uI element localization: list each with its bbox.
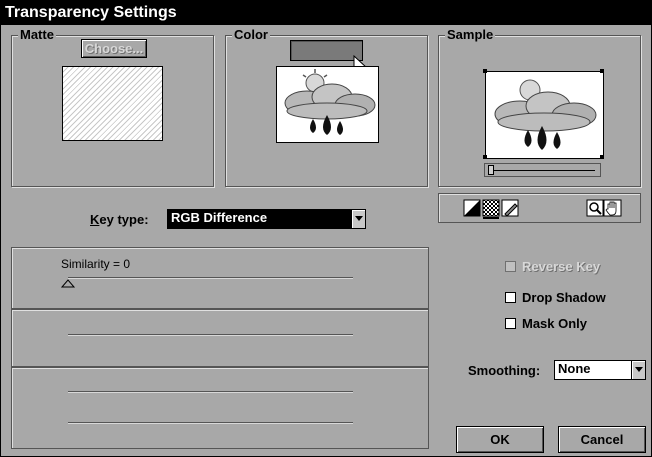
key-type-value: RGB Difference bbox=[171, 210, 268, 225]
slider-track-3b[interactable] bbox=[68, 422, 353, 424]
key-type-label: Key type: bbox=[90, 212, 149, 227]
sample-label: Sample bbox=[445, 27, 496, 42]
slider-track-3a[interactable] bbox=[68, 391, 353, 393]
cancel-button[interactable]: Cancel bbox=[558, 426, 646, 453]
smoothing-label: Smoothing: bbox=[468, 363, 541, 378]
color-preview-image[interactable] bbox=[276, 66, 379, 143]
checkerboard-bg-icon[interactable] bbox=[482, 199, 500, 219]
smoothing-dropdown[interactable]: None bbox=[554, 360, 646, 380]
similarity-label: Similarity = 0 bbox=[61, 257, 131, 271]
hand-icon[interactable] bbox=[603, 199, 622, 217]
handle-bottom-right[interactable] bbox=[600, 155, 604, 159]
sample-preview-image[interactable] bbox=[485, 71, 604, 159]
smoothing-value: None bbox=[558, 361, 591, 376]
sample-zoom-slider[interactable] bbox=[484, 163, 601, 177]
handle-top-right[interactable] bbox=[600, 69, 604, 73]
magnifier-icon[interactable] bbox=[586, 199, 604, 217]
sample-cloud-icon bbox=[494, 79, 597, 150]
matte-label: Matte bbox=[18, 27, 56, 42]
sample-background-tools bbox=[463, 199, 519, 219]
drop-shadow-checkbox[interactable] bbox=[505, 292, 516, 303]
zoom-pan-tools bbox=[586, 199, 622, 217]
transparency-settings-dialog: Transparency Settings Matte Choose... Co… bbox=[0, 0, 652, 457]
slider-track-2[interactable] bbox=[68, 334, 353, 336]
matte-preview bbox=[62, 66, 163, 141]
similarity-slider-track[interactable] bbox=[68, 277, 353, 279]
color-label: Color bbox=[232, 27, 270, 42]
chevron-down-icon[interactable] bbox=[351, 210, 365, 228]
drop-shadow-label: Drop Shadow bbox=[522, 290, 606, 305]
mask-only-checkbox[interactable] bbox=[505, 318, 516, 329]
ok-button[interactable]: OK bbox=[456, 426, 544, 453]
black-white-bg-icon[interactable] bbox=[463, 199, 481, 217]
handle-top-left[interactable] bbox=[483, 69, 487, 73]
eyedropper-icon[interactable] bbox=[501, 199, 519, 217]
choose-button[interactable]: Choose... bbox=[81, 39, 147, 58]
chevron-down-icon[interactable] bbox=[631, 361, 645, 379]
reverse-key-checkbox[interactable] bbox=[505, 261, 516, 272]
key-type-dropdown[interactable]: RGB Difference bbox=[167, 209, 366, 229]
handle-bottom-left[interactable] bbox=[483, 155, 487, 159]
reverse-key-label: Reverse Key bbox=[522, 259, 601, 274]
slider-panel-2 bbox=[11, 309, 429, 367]
slider-track bbox=[489, 170, 595, 171]
slider-panel-3 bbox=[11, 367, 429, 449]
dialog-title: Transparency Settings bbox=[1, 1, 651, 25]
similarity-slider-thumb[interactable] bbox=[61, 279, 77, 288]
weather-cloud-icon bbox=[284, 69, 376, 135]
mask-only-label: Mask Only bbox=[522, 316, 588, 331]
slider-thumb[interactable] bbox=[488, 165, 494, 175]
